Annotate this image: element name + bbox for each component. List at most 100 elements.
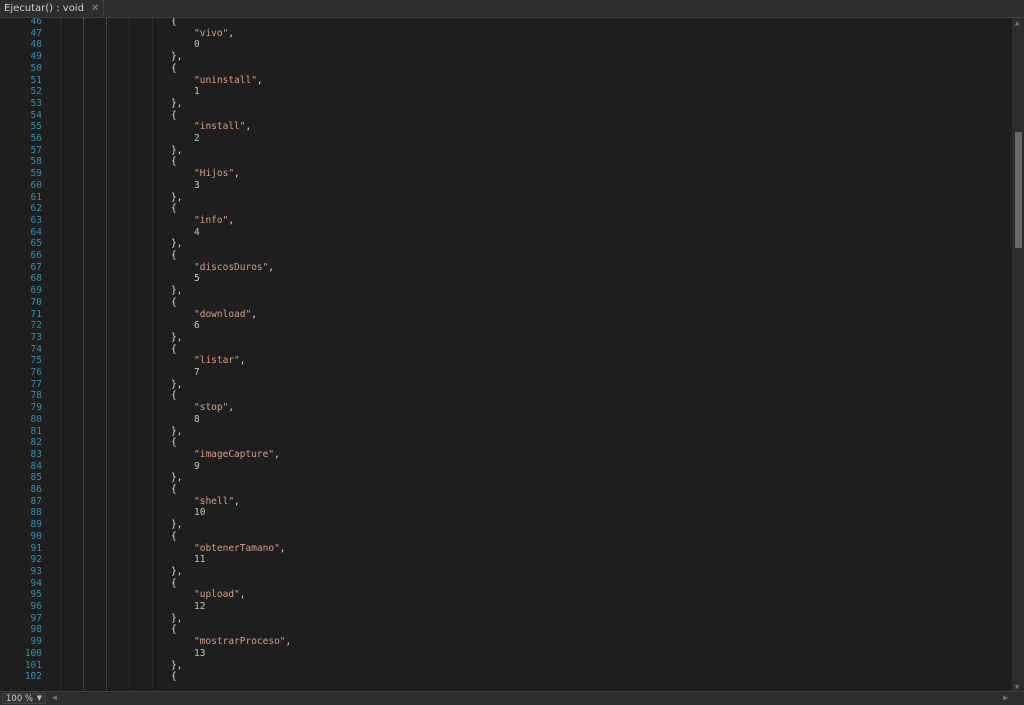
code-line: "Hijos", bbox=[194, 168, 240, 180]
code-line: }, bbox=[171, 191, 183, 203]
line-number: 71 bbox=[30, 308, 42, 320]
code-line: { bbox=[171, 18, 177, 27]
code-line: }, bbox=[171, 659, 183, 671]
code-line: }, bbox=[171, 472, 183, 484]
chevron-down-icon: ▼ bbox=[36, 694, 42, 702]
line-number: 101 bbox=[24, 659, 42, 671]
code-line: }, bbox=[171, 519, 183, 531]
line-number: 53 bbox=[30, 97, 42, 109]
code-line: 11 bbox=[194, 554, 206, 566]
line-number: 54 bbox=[30, 109, 42, 121]
line-number: 74 bbox=[30, 343, 42, 355]
code-line: { bbox=[171, 530, 177, 542]
line-number: 100 bbox=[24, 647, 42, 659]
line-number: 95 bbox=[30, 589, 42, 601]
line-number: 102 bbox=[24, 671, 42, 683]
scroll-left-arrow-icon[interactable]: ◀ bbox=[52, 693, 57, 702]
code-line: }, bbox=[171, 565, 183, 577]
line-number: 59 bbox=[30, 168, 42, 180]
vertical-scroll-thumb[interactable] bbox=[1015, 132, 1022, 248]
code-line: { bbox=[171, 484, 177, 495]
code-line: { bbox=[171, 109, 177, 121]
code-line: }, bbox=[171, 51, 183, 63]
document-tab[interactable]: Ejecutar() : void ✕ bbox=[0, 0, 105, 17]
line-number: 65 bbox=[30, 238, 42, 250]
line-number: 90 bbox=[30, 530, 42, 542]
document-tab-title: Ejecutar() : void bbox=[4, 3, 84, 14]
code-line: "imageCapture", bbox=[194, 448, 280, 460]
line-number: 77 bbox=[30, 378, 42, 390]
line-number: 92 bbox=[30, 554, 42, 566]
indent-guide bbox=[106, 18, 107, 692]
code-line: 7 bbox=[194, 367, 200, 378]
code-line: { bbox=[171, 156, 177, 168]
code-line: 8 bbox=[194, 413, 200, 425]
indent-guide bbox=[152, 18, 153, 692]
line-number: 68 bbox=[30, 273, 42, 285]
line-number: 60 bbox=[30, 179, 42, 191]
code-line: { bbox=[171, 203, 177, 215]
code-line: { bbox=[171, 577, 177, 589]
code-line: 9 bbox=[194, 460, 200, 472]
close-icon[interactable]: ✕ bbox=[91, 3, 99, 14]
code-line: { bbox=[171, 624, 177, 636]
code-line: "listar", bbox=[194, 355, 246, 367]
indent-guide bbox=[60, 18, 61, 692]
code-line: 1 bbox=[194, 86, 200, 98]
indent-guide bbox=[129, 18, 130, 692]
code-line: }, bbox=[171, 612, 183, 624]
code-line: "mostrarProceso", bbox=[194, 636, 292, 648]
code-editor-window: Ejecutar() : void ✕ 46 47 48 49 50 51 52 53 54 55… bbox=[0, 0, 1024, 705]
line-number: 80 bbox=[30, 413, 42, 425]
line-number: 85 bbox=[30, 472, 42, 484]
scroll-right-arrow-icon[interactable]: ▶ bbox=[1003, 693, 1008, 702]
code-line: { bbox=[171, 343, 177, 355]
line-number: 73 bbox=[30, 331, 42, 343]
code-line: }, bbox=[171, 331, 183, 343]
line-number: 96 bbox=[30, 601, 42, 612]
code-editor[interactable]: 46 47 48 49 50 51 52 53 54 55 56 57 58 59 60 61 62 63 64 65… bbox=[0, 18, 1012, 692]
line-number: 82 bbox=[30, 437, 42, 449]
code-line: 12 bbox=[194, 601, 206, 612]
line-number: 63 bbox=[30, 214, 42, 226]
line-number: 81 bbox=[30, 425, 42, 437]
line-number: 91 bbox=[30, 542, 42, 554]
line-number: 52 bbox=[30, 86, 42, 98]
code-line: 3 bbox=[194, 179, 200, 191]
line-number: 57 bbox=[30, 144, 42, 156]
zoom-level-value: 100 % bbox=[6, 693, 34, 704]
line-number: 70 bbox=[30, 296, 42, 308]
line-number: 64 bbox=[30, 226, 42, 238]
line-number: 87 bbox=[30, 495, 42, 507]
line-number: 48 bbox=[30, 39, 42, 51]
line-number: 97 bbox=[30, 612, 42, 624]
line-number: 93 bbox=[30, 565, 42, 577]
scroll-up-arrow-icon[interactable]: ▲ bbox=[1015, 19, 1019, 27]
line-number: 98 bbox=[30, 624, 42, 636]
code-line: { bbox=[171, 390, 177, 402]
line-number: 46 bbox=[30, 18, 42, 27]
line-number: 89 bbox=[30, 519, 42, 531]
code-line: 10 bbox=[194, 507, 206, 519]
code-line: { bbox=[171, 671, 177, 683]
code-line: }, bbox=[171, 238, 183, 250]
line-number: 56 bbox=[30, 133, 42, 144]
code-line: }, bbox=[171, 144, 183, 156]
code-line: "uninstall", bbox=[194, 74, 263, 86]
zoom-level-dropdown[interactable]: 100 % ▼ bbox=[2, 693, 46, 704]
line-number: 51 bbox=[30, 74, 42, 86]
indent-guide bbox=[83, 18, 84, 692]
code-line: { bbox=[171, 62, 177, 74]
line-number: 75 bbox=[30, 355, 42, 367]
line-number: 94 bbox=[30, 577, 42, 589]
scroll-down-arrow-icon[interactable]: ▼ bbox=[1015, 683, 1019, 691]
line-number: 83 bbox=[30, 448, 42, 460]
vertical-scrollbar[interactable]: ▲ ▼ bbox=[1012, 18, 1024, 692]
code-line: "vivo", bbox=[194, 27, 235, 39]
code-line: "obtenerTamano", bbox=[194, 542, 286, 554]
code-line: 5 bbox=[194, 273, 200, 285]
code-line: 0 bbox=[194, 39, 200, 51]
document-tab-strip: Ejecutar() : void ✕ bbox=[0, 0, 1024, 18]
line-number: 69 bbox=[30, 285, 42, 297]
horizontal-scrollbar[interactable]: 100 % ▼ ◀ ▶ bbox=[0, 691, 1024, 705]
